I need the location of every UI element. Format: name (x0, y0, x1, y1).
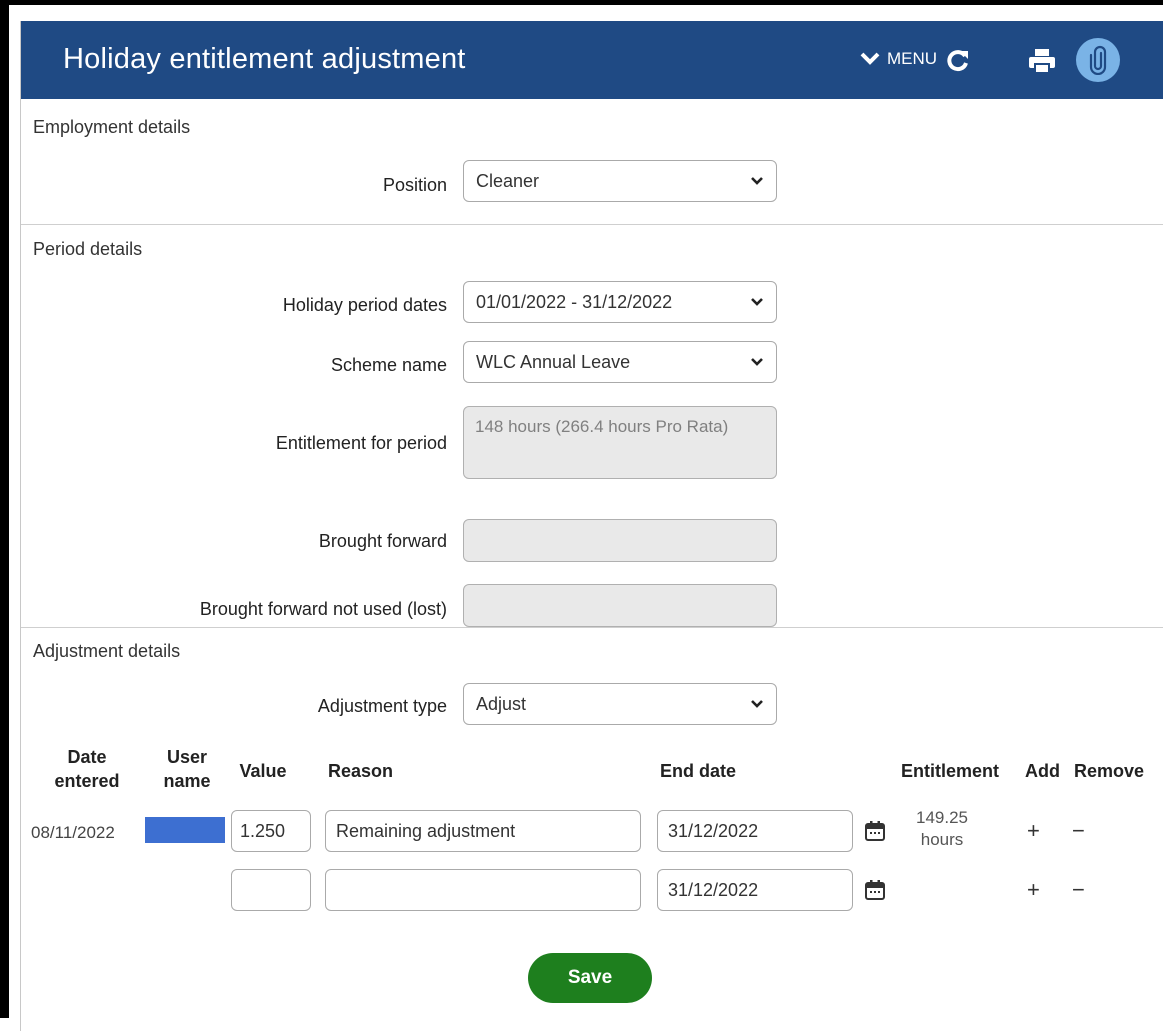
caret-down-icon (751, 358, 763, 366)
position-select[interactable]: Cleaner (463, 160, 777, 202)
save-button[interactable]: Save (528, 953, 652, 1003)
column-header-remove: Remove (1074, 761, 1145, 781)
refresh-icon[interactable] (945, 47, 971, 73)
page-title: Holiday entitlement adjustment (63, 43, 466, 75)
reason-input[interactable] (325, 869, 641, 911)
entitlement-field: 148 hours (266.4 hours Pro Rata) (463, 406, 777, 479)
employment-section: Employment details Position Cleaner (21, 99, 1163, 225)
column-header-entitlement: Entitlement (901, 761, 1000, 781)
scheme-label: Scheme name (330, 355, 447, 375)
add-row-button[interactable]: + (1027, 879, 1040, 901)
form-panel: Holiday entitlement adjustment MENU Empl… (20, 21, 1163, 1031)
brought-forward-field (463, 519, 777, 562)
brought-forward-label: Brought forward (318, 531, 447, 551)
caret-down-icon (751, 177, 763, 185)
column-header-add: Add (1025, 761, 1060, 781)
holiday-dates-select[interactable]: 01/01/2022 - 31/12/2022 (463, 281, 777, 323)
adjustment-type-label: Adjustment type (317, 696, 447, 716)
menu-button[interactable]: MENU (859, 45, 937, 73)
column-header-end-date: End date (660, 761, 737, 781)
chevron-down-icon (860, 52, 880, 65)
redacted-user-name (145, 817, 225, 843)
paperclip-icon[interactable] (1076, 38, 1120, 82)
scheme-value: WLC Annual Leave (476, 351, 631, 372)
scheme-select[interactable]: WLC Annual Leave (463, 341, 777, 383)
column-header-value: Value (239, 761, 287, 781)
window-frame-top (0, 0, 1163, 5)
value-input[interactable] (231, 869, 311, 911)
section-title-period: Period details (33, 239, 143, 259)
holiday-dates-value: 01/01/2022 - 31/12/2022 (476, 291, 673, 312)
entitlement-label: Entitlement for period (275, 433, 447, 453)
value-input[interactable]: 1.250 (231, 810, 311, 852)
caret-down-icon (751, 298, 763, 306)
remove-row-button[interactable]: − (1072, 879, 1085, 901)
end-date-input[interactable]: 31/12/2022 (657, 810, 853, 852)
position-label: Position (382, 175, 447, 195)
caret-down-icon (751, 700, 763, 708)
menu-label: MENU (887, 49, 938, 68)
calendar-icon[interactable] (864, 879, 886, 901)
column-header-user-name: User name (163, 747, 211, 791)
add-row-button[interactable]: + (1027, 820, 1040, 842)
print-icon[interactable] (1027, 47, 1057, 75)
bf-lost-label: Brought forward not used (lost) (199, 599, 447, 619)
adjustment-type-value: Adjust (476, 693, 527, 714)
remove-row-button[interactable]: − (1072, 820, 1085, 842)
end-date-input[interactable]: 31/12/2022 (657, 869, 853, 911)
window-frame-left (0, 0, 9, 1018)
column-header-reason: Reason (328, 761, 394, 781)
bf-lost-field (463, 584, 777, 627)
period-section: Period details Holiday period dates 01/0… (21, 225, 1163, 628)
calendar-icon[interactable] (864, 820, 886, 842)
holiday-dates-label: Holiday period dates (282, 295, 447, 315)
section-title-adjustment: Adjustment details (33, 641, 181, 661)
entitlement-cell: 149.25 hours (916, 808, 968, 849)
header-bar: Holiday entitlement adjustment MENU (21, 21, 1163, 99)
adjustment-type-select[interactable]: Adjust (463, 683, 777, 725)
date-entered-cell: 08/11/2022 (31, 823, 115, 842)
reason-input[interactable]: Remaining adjustment (325, 810, 641, 852)
position-value: Cleaner (476, 170, 540, 191)
section-title-employment: Employment details (33, 117, 191, 137)
column-header-date-entered: Date entered (54, 747, 120, 791)
